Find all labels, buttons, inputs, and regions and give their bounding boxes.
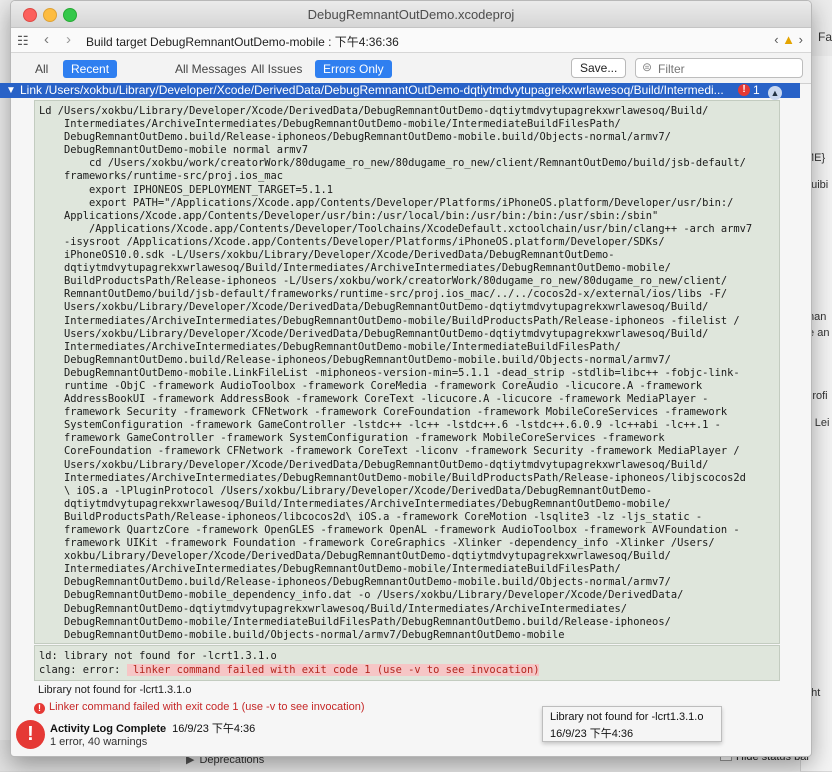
- filter-errors-only-button[interactable]: Errors Only: [315, 60, 392, 78]
- collapse-up-icon[interactable]: ▲: [768, 86, 782, 100]
- tooltip: Library not found for -lcrt1.3.1.o 16/9/…: [542, 706, 722, 742]
- window-title: DebugRemnantOutDemo.xcodeproj: [307, 7, 515, 22]
- link-log-row[interactable]: ▼ Link /Users/xokbu/Library/Developer/Xc…: [0, 83, 800, 98]
- filter-icon: ⊜: [642, 60, 653, 74]
- command-output: ld: library not found for -lcrt1.3.1.o c…: [34, 645, 780, 681]
- filter-all-issues-button[interactable]: All Issues: [243, 60, 310, 78]
- error-icon: !: [738, 84, 750, 96]
- bg-fail-tab: Fail: [818, 30, 832, 44]
- related-items-icon[interactable]: ☷: [17, 33, 29, 49]
- error-icon: !: [16, 720, 45, 749]
- filter-recent-button[interactable]: Recent: [63, 60, 118, 78]
- error-icon: !: [34, 703, 45, 714]
- jump-bar-path[interactable]: Build target DebugRemnantOutDemo-mobile …: [86, 33, 399, 50]
- command-transcript: Ld /Users/xokbu/Library/Developer/Xcode/…: [34, 100, 780, 644]
- save-button[interactable]: Save...: [571, 58, 627, 78]
- filter-all-messages-button[interactable]: All Messages: [167, 60, 254, 78]
- library-not-found-message[interactable]: Library not found for -lcrt1.3.1.o: [38, 684, 191, 696]
- tooltip-date: 16/9/23 下午4:36: [550, 728, 634, 740]
- activity-summary: 1 error, 40 warnings: [50, 736, 148, 748]
- disclosure-triangle-icon[interactable]: ▼: [6, 83, 16, 98]
- activity-date: 16/9/23 下午4:36: [172, 723, 256, 735]
- filter-all-button[interactable]: All: [27, 60, 56, 78]
- tooltip-line: Library not found for -lcrt1.3.1.o: [550, 711, 704, 723]
- filter-input[interactable]: [656, 60, 800, 77]
- title-bar: DebugRemnantOutDemo.xcodeproj: [11, 1, 811, 28]
- activity-title: Activity Log Complete: [50, 723, 167, 735]
- filter-bar: All Recent All Messages All Issues Error…: [11, 53, 811, 84]
- command-text: Ld /Users/xokbu/Library/Developer/Xcode/…: [39, 105, 753, 641]
- linker-error-text: Linker command failed with exit code 1 (…: [49, 701, 365, 713]
- chevron-right-icon[interactable]: ›: [799, 32, 803, 47]
- chevron-left-icon[interactable]: ‹: [44, 31, 49, 48]
- activity-log-title[interactable]: Activity Log Complete 16/9/23 下午4:36: [50, 720, 255, 736]
- chevron-right-icon[interactable]: ›: [66, 31, 71, 48]
- filter-field[interactable]: ⊜: [635, 58, 803, 78]
- linker-error-highlight: linker command failed with exit code 1 (…: [126, 664, 540, 676]
- issue-nav-controls[interactable]: ‹ ▲ ›: [774, 32, 803, 47]
- clang-prefix: clang: error:: [39, 664, 127, 676]
- output-line-ld: ld: library not found for -lcrt1.3.1.o: [39, 650, 277, 662]
- output-line-clang: clang: error: linker command failed with…: [39, 664, 540, 676]
- chevron-left-icon[interactable]: ‹: [774, 32, 778, 47]
- linker-error-issue[interactable]: ! Linker command failed with exit code 1 …: [34, 701, 365, 714]
- jump-bar: ☷ ‹ › Build target DebugRemnantOutDemo-m…: [11, 28, 811, 53]
- link-error-count: 1: [753, 83, 760, 97]
- link-row-text: Link /Users/xokbu/Library/Developer/Xcod…: [20, 83, 724, 97]
- warning-icon: ▲: [782, 32, 796, 47]
